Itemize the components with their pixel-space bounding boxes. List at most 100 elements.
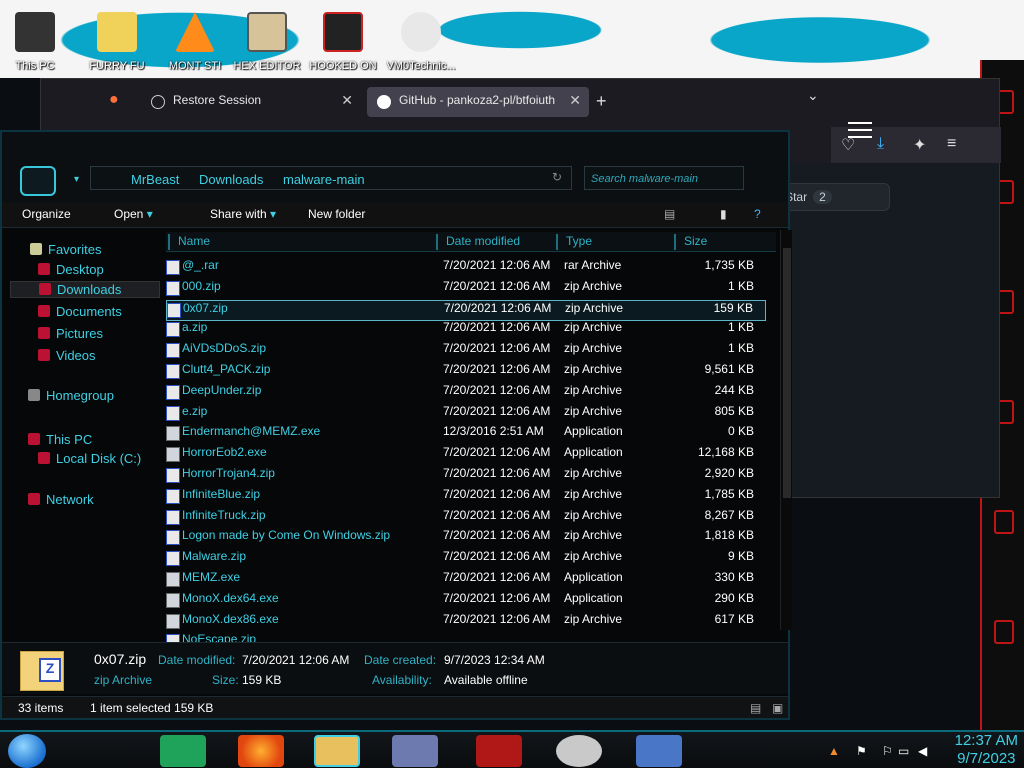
table-row[interactable]: InfiniteTruck.zip 7/20/2021 12:06 AM zip A… (166, 508, 766, 529)
taskbar-app-4[interactable] (392, 735, 438, 767)
list-tabs-chevron-icon[interactable]: ⌄ (807, 87, 819, 104)
desktop-icon-hooked-on[interactable]: HOOKED ON (308, 12, 378, 72)
taskbar-explorer[interactable] (314, 735, 360, 767)
breadcrumb-item[interactable]: MrBeast (131, 172, 179, 187)
hex-editor-icon (247, 12, 287, 52)
breadcrumb[interactable]: MrBeast Downloads malware-main (90, 166, 572, 190)
table-row[interactable]: Logon made by Come On Windows.zip 7/20/20… (166, 528, 766, 549)
taskbar-app-5[interactable] (476, 735, 522, 767)
file-type: zip Archive (564, 278, 623, 293)
taskbar-app-7[interactable] (636, 735, 682, 767)
table-row[interactable]: MonoX.dex86.exe 7/20/2021 12:06 AM zip Arc… (166, 612, 766, 633)
details-view-icon[interactable]: ▤ (750, 701, 761, 715)
tray-app-icon[interactable]: ▲ (828, 744, 842, 758)
desktop-icon-vm0technic[interactable]: VM0Technic... (386, 12, 456, 72)
table-row[interactable]: DeepUnder.zip 7/20/2021 12:06 AM zip Archi… (166, 383, 766, 404)
breadcrumb-item[interactable]: malware-main (283, 172, 365, 187)
taskbar-notes-app[interactable] (160, 735, 206, 767)
table-row[interactable]: @_.rar 7/20/2021 12:06 AM rar Archive 1,735… (166, 258, 766, 279)
table-row[interactable]: Clutt4_PACK.zip 7/20/2021 12:06 AM zip Arc… (166, 362, 766, 383)
close-tab-icon[interactable]: ✕ (569, 92, 581, 109)
table-row[interactable]: Malware.zip 7/20/2021 12:06 AM zip Archive… (166, 549, 766, 570)
desktop-icon (38, 263, 50, 275)
column-headers: Name Date modified Type Size (166, 232, 776, 252)
nav-homegroup[interactable]: Homegroup (28, 388, 114, 403)
pocket-icon[interactable]: ♡ (841, 135, 855, 155)
menu-icon[interactable]: ≡ (947, 135, 956, 153)
network-tray-icon[interactable]: ▭ (898, 744, 912, 758)
back-button[interactable] (20, 166, 56, 196)
desktop-icon-hex-editor[interactable]: HEX EDITOR (232, 12, 302, 72)
flag-icon[interactable]: ⚑ (856, 744, 870, 758)
table-row[interactable]: HorrorEob2.exe 7/20/2021 12:06 AM Applicat… (166, 445, 766, 466)
open-button[interactable]: Open ▾ (114, 207, 153, 221)
recent-dropdown-icon[interactable]: ▾ (74, 174, 79, 185)
table-row[interactable]: HorrorTrojan4.zip 7/20/2021 12:06 AM zip A… (166, 466, 766, 487)
table-row[interactable]: a.zip 7/20/2021 12:06 AM zip Archive 1 KB (166, 320, 766, 341)
start-orb-button[interactable] (8, 734, 46, 768)
tab-github[interactable]: GitHub - pankoza2-pl/btfoiuth ✕ (367, 87, 589, 117)
large-icons-view-icon[interactable]: ▣ (772, 701, 783, 715)
column-size[interactable]: Size (674, 234, 736, 250)
clock[interactable]: 12:37 AM 9/7/2023 (955, 732, 1018, 768)
close-tab-icon[interactable]: ✕ (341, 92, 353, 109)
file-size: 8,267 KB (704, 507, 754, 522)
nav-documents[interactable]: Documents (38, 304, 122, 319)
desktop-icon-mont[interactable]: MONT STI (160, 12, 230, 72)
column-name[interactable]: Name (168, 234, 422, 250)
table-row[interactable]: InfiniteBlue.zip 7/20/2021 12:06 AM zip Ar… (166, 487, 766, 508)
extensions-icon[interactable]: ✦ (913, 135, 926, 155)
view-icon[interactable]: ▤ (664, 207, 675, 221)
new-tab-button[interactable]: + (596, 91, 607, 112)
refresh-icon[interactable]: ↻ (552, 170, 562, 184)
table-row[interactable]: AiVDsDDoS.zip 7/20/2021 12:06 AM zip Archi… (166, 341, 766, 362)
nav-downloads[interactable]: Downloads (10, 281, 160, 298)
frame-glyph (994, 510, 1014, 534)
desktop-icon-furry[interactable]: FURRY FU (82, 12, 152, 72)
nav-this-pc[interactable]: This PC (28, 432, 92, 447)
scrollbar-thumb[interactable] (783, 248, 791, 498)
details-size-value: 159 KB (242, 673, 282, 687)
column-type[interactable]: Type (556, 234, 656, 250)
column-date-modified[interactable]: Date modified (436, 234, 538, 250)
action-center-icon[interactable]: ⚐ (882, 744, 896, 758)
search-input[interactable]: Search malware-main (584, 166, 744, 190)
table-row[interactable]: MEMZ.exe 7/20/2021 12:06 AM Application 330… (166, 570, 766, 591)
file-name: 000.zip (182, 278, 221, 293)
file-type: zip Archive (564, 466, 623, 480)
nav-local-disk[interactable]: Local Disk (C:) (38, 451, 141, 466)
nav-pictures[interactable]: Pictures (38, 326, 103, 341)
file-date: 7/20/2021 12:06 AM (443, 590, 551, 605)
firefox-icon[interactable]: ● (109, 91, 119, 109)
github-hamburger-icon[interactable] (848, 122, 872, 138)
volume-icon[interactable]: ◀ (918, 744, 932, 758)
nav-desktop[interactable]: Desktop (38, 262, 104, 277)
table-row[interactable]: MonoX.dex64.exe 7/20/2021 12:06 AM Applica… (166, 591, 766, 612)
organize-button[interactable]: Organize (22, 207, 71, 221)
details-file-type: zip Archive (94, 673, 153, 687)
table-row[interactable]: e.zip 7/20/2021 12:06 AM zip Archive 805 KB (166, 404, 766, 425)
new-folder-button[interactable]: New folder (308, 207, 365, 221)
download-icon[interactable]: ⤓ (877, 135, 884, 153)
file-size: 1,735 KB (704, 258, 754, 272)
table-row[interactable]: 000.zip 7/20/2021 12:06 AM zip Archive 1 KB (166, 279, 766, 300)
taskbar-app-6[interactable] (556, 735, 602, 767)
downloads-icon (39, 283, 51, 295)
table-row[interactable]: 0x07.zip 7/20/2021 12:06 AM zip Archive 159… (166, 299, 766, 321)
taskbar-firefox[interactable] (238, 735, 284, 767)
table-row[interactable]: Endermanch@MEMZ.exe 12/3/2016 2:51 AM Appl… (166, 424, 766, 445)
zip-z-icon: Z (39, 658, 61, 682)
help-icon[interactable]: ? (754, 207, 761, 221)
share-with-button[interactable]: Share with ▾ (210, 207, 276, 221)
breadcrumb-item[interactable]: Downloads (199, 172, 263, 187)
nav-favorites[interactable]: Favorites (30, 242, 101, 257)
nav-videos[interactable]: Videos (38, 348, 96, 363)
desktop-icon-this-pc[interactable]: This PC (0, 12, 70, 72)
tab-restore-session[interactable]: Restore Session ✕ (141, 87, 361, 117)
nav-network[interactable]: Network (28, 492, 94, 507)
vertical-scrollbar[interactable] (780, 230, 792, 630)
file-size: 1 KB (727, 341, 754, 356)
details-pane: Z 0x07.zip zip Archive Date modified: 7/… (2, 642, 788, 694)
file-type: Application (564, 445, 623, 460)
preview-pane-icon[interactable]: ▮ (720, 207, 727, 221)
